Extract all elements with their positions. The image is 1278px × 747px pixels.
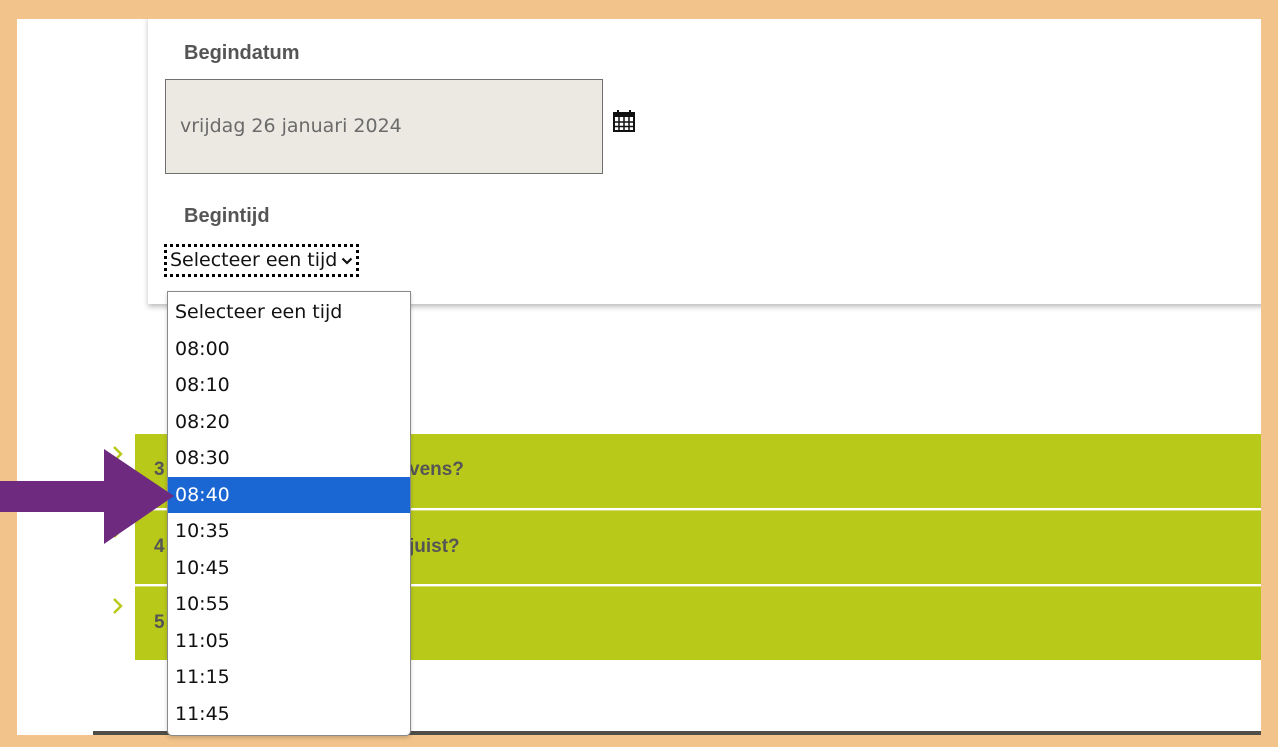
start-date-field[interactable]: vrijdag 26 januari 2024 — [165, 79, 603, 174]
time-option[interactable]: 08:00 — [168, 331, 410, 368]
start-time-label: Begintijd — [184, 205, 270, 227]
time-option[interactable]: 08:20 — [168, 404, 410, 441]
start-time-select-value: Selecteer een tijd — [170, 249, 338, 271]
accordion-item-title: juist? — [409, 536, 460, 557]
time-option[interactable]: 08:30 — [168, 440, 410, 477]
time-option[interactable]: 08:10 — [168, 367, 410, 404]
appointment-card: Begindatum vrijdag 26 januari 2024 Begin… — [148, 19, 1261, 304]
time-option[interactable]: Selecteer een tijd — [168, 294, 410, 331]
chevron-right-icon[interactable] — [112, 597, 124, 615]
time-option-highlighted[interactable]: 08:40 — [168, 476, 410, 513]
time-option[interactable]: 11:05 — [168, 623, 410, 660]
time-options-list[interactable]: Selecteer een tijd 08:00 08:10 08:20 08:… — [167, 291, 411, 736]
accordion-item-number: 5 — [154, 612, 165, 633]
calendar-icon[interactable] — [613, 110, 635, 132]
chevron-down-icon — [342, 257, 353, 265]
accordion-item-title: vens? — [409, 459, 464, 480]
time-option[interactable]: 11:15 — [168, 659, 410, 696]
start-time-select[interactable]: Selecteer een tijd — [164, 244, 360, 277]
time-option[interactable]: 11:45 — [168, 696, 410, 733]
pointer-arrow-icon — [0, 449, 174, 544]
start-date-label: Begindatum — [184, 42, 300, 64]
time-option[interactable]: 10:35 — [168, 513, 410, 550]
time-option[interactable]: 10:45 — [168, 550, 410, 587]
time-option[interactable]: 10:55 — [168, 586, 410, 623]
